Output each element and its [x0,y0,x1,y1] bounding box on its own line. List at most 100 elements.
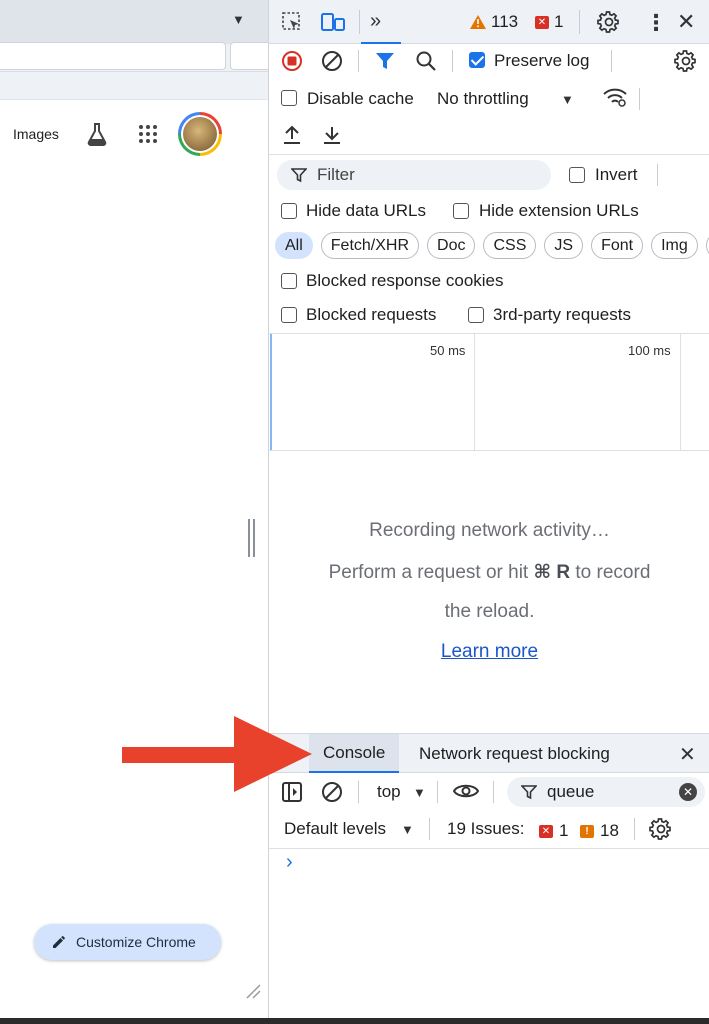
close-devtools-icon[interactable]: ✕ [677,9,695,35]
window-bottom-edge [0,1018,709,1024]
console-filter-input[interactable]: queue ✕ [507,777,705,807]
hide-extension-urls-checkbox[interactable] [453,203,469,219]
bookmark-bar [0,72,268,100]
separator [437,781,438,803]
device-toolbar-icon[interactable] [320,11,346,33]
chip-font[interactable]: Font [591,232,644,259]
timeline-start-handle[interactable] [270,334,272,450]
filter-placeholder: Filter [317,165,355,184]
context-chevron-down-icon[interactable]: ▼ [413,785,426,800]
learn-more-row: Learn more [269,641,709,663]
import-har-upload-icon[interactable] [281,124,303,146]
more-options-kebab-icon[interactable]: ⋮ [645,10,667,36]
live-expression-eye-icon[interactable] [453,781,479,801]
separator [452,50,453,72]
hide-extension-urls-label: Hide extension URLs [479,201,639,220]
customize-chrome-label: Customize Chrome [76,934,196,950]
separator [639,88,640,110]
console-toolbar-divider [269,848,709,849]
filter-funnel-icon[interactable] [375,51,395,71]
inspect-element-icon[interactable] [281,11,303,33]
drawer-tab-bar: Console Network request blocking ✕ [269,733,709,773]
separator [358,781,359,803]
active-tab-indicator [361,42,401,44]
chip-css[interactable]: CSS [483,232,537,259]
export-har-download-icon[interactable] [321,124,343,146]
timeline-tick-label: 100 ms [628,343,671,358]
javascript-context-select[interactable]: top [377,782,401,802]
stop-recording-icon[interactable] [281,50,303,72]
warnings-counter[interactable]: 113 [469,12,518,32]
throttling-select[interactable]: No throttling [437,89,529,109]
error-icon: ✕ [535,15,549,29]
labs-flask-icon[interactable] [86,122,108,151]
disable-cache-label: Disable cache [307,89,414,108]
hide-data-urls-checkbox[interactable] [281,203,297,219]
levels-chevron-down-icon[interactable]: ▼ [401,822,414,837]
issues-errors[interactable]: ✕ 1 [539,821,568,841]
tab-strip [0,0,268,44]
empty-state-line2: Perform a request or hit ⌘ R to record [328,562,651,583]
third-party-requests-checkbox[interactable] [468,307,484,323]
issues-warnings[interactable]: ! 18 [580,821,619,841]
separator [359,10,360,34]
address-bar[interactable] [0,42,226,70]
resource-type-filters: All Fetch/XHR Doc CSS JS Font Img M [275,232,709,259]
close-drawer-icon[interactable]: ✕ [679,742,696,767]
chip-img[interactable]: Img [651,232,698,259]
log-levels-select[interactable]: Default levels [284,819,386,839]
tab-console[interactable]: Console [309,734,400,773]
network-filter-input[interactable]: Filter [277,160,551,190]
settings-gear-icon[interactable] [597,10,621,34]
search-icon[interactable] [415,50,437,72]
browser-content-pane: ▼ Images Customize Chrome [0,0,270,1024]
devtools-split-handle[interactable] [248,519,256,557]
warning-issue-icon: ! [580,824,594,838]
network-conditions-wifi-icon[interactable] [602,86,628,108]
hide-data-urls-label: Hide data URLs [306,201,427,220]
clear-console-icon[interactable] [321,781,343,803]
extension-area[interactable] [230,42,270,70]
more-tabs-chevron-icon[interactable]: » [370,10,381,33]
tab-search-dropdown-icon[interactable]: ▼ [232,12,245,27]
blocked-response-cookies-checkbox[interactable] [281,273,297,289]
customize-chrome-button[interactable]: Customize Chrome [34,924,221,960]
chip-js[interactable]: JS [544,232,584,259]
invert-label: Invert [595,165,638,184]
network-overview-timeline[interactable]: 50 ms 100 ms [269,333,709,451]
account-avatar[interactable] [178,112,222,156]
pencil-icon [53,936,65,948]
blocked-requests-label: Blocked requests [306,305,437,324]
console-settings-gear-icon[interactable] [649,817,673,841]
empty-state-line3: the reload. [444,601,535,622]
timeline-gridline [680,334,681,450]
devtools-panel: » 113 ✕ 1 ⋮ ✕ Preserve log Disable cache… [268,0,709,1024]
blocked-requests-checkbox[interactable] [281,307,297,323]
images-link[interactable]: Images [13,126,59,142]
preserve-log-checkbox[interactable] [469,52,485,68]
issues-label[interactable]: 19 Issues: [447,819,525,839]
tab-network-request-blocking[interactable]: Network request blocking [405,734,624,773]
errors-counter[interactable]: ✕ 1 [535,12,563,32]
console-prompt[interactable]: › [286,851,293,874]
google-apps-grid-icon[interactable] [138,124,158,149]
avatar-photo [183,117,217,151]
separator [429,818,430,840]
resize-grip-icon[interactable] [244,982,262,1005]
toolbar-divider [269,154,709,155]
chip-fetch-xhr[interactable]: Fetch/XHR [320,232,420,259]
error-icon: ✕ [539,824,553,838]
record-shortcut: ⌘ R [533,562,571,583]
disable-cache-checkbox[interactable] [281,90,297,106]
throttling-chevron-down-icon[interactable]: ▼ [561,92,574,107]
network-settings-gear-icon[interactable] [674,49,698,73]
chip-doc[interactable]: Doc [427,232,476,259]
warning-icon [470,15,486,29]
chip-all[interactable]: All [275,232,313,259]
timeline-tick-label: 50 ms [430,343,466,358]
invert-checkbox[interactable] [569,167,585,183]
clear-log-icon[interactable] [321,50,343,72]
separator [611,50,612,72]
learn-more-link[interactable]: Learn more [441,641,538,662]
clear-filter-icon[interactable]: ✕ [679,783,697,801]
